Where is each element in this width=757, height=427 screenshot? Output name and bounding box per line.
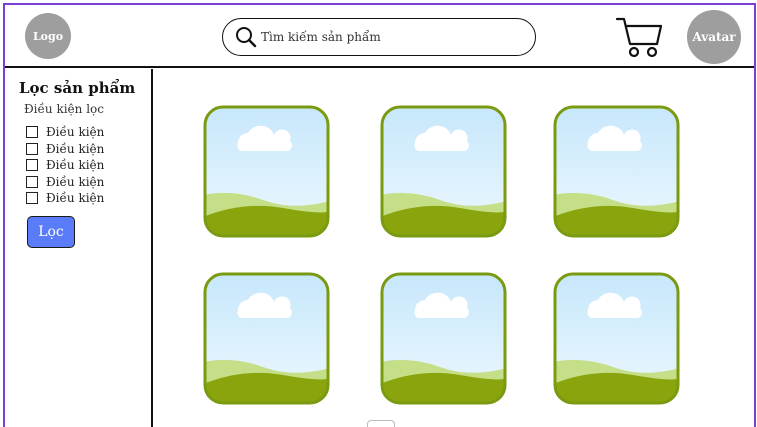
product-grid bbox=[155, 69, 754, 427]
header: Logo Tìm kiếm sản phẩm Avatar bbox=[5, 5, 754, 68]
condition-checkbox[interactable] bbox=[26, 126, 38, 139]
product-image-placeholder[interactable] bbox=[203, 272, 330, 405]
search-icon bbox=[236, 27, 257, 48]
product-image-placeholder[interactable] bbox=[553, 105, 680, 238]
scroll-handle[interactable] bbox=[367, 420, 395, 427]
image-placeholder-icon bbox=[203, 272, 330, 405]
condition-checkbox[interactable] bbox=[26, 175, 38, 188]
condition-list: Điều kiện Điều kiện Điều kiện Điều kiện … bbox=[26, 124, 104, 207]
condition-item[interactable]: Điều kiện bbox=[26, 174, 104, 191]
product-image-placeholder[interactable] bbox=[380, 105, 507, 238]
image-placeholder-icon bbox=[380, 272, 507, 405]
condition-label: Điều kiện bbox=[46, 191, 105, 206]
image-placeholder-icon bbox=[553, 105, 680, 238]
search-bar[interactable]: Tìm kiếm sản phẩm bbox=[222, 18, 536, 56]
condition-item[interactable]: Điều kiện bbox=[26, 141, 104, 158]
condition-item[interactable]: Điều kiện bbox=[26, 124, 104, 141]
condition-checkbox[interactable] bbox=[26, 192, 38, 205]
condition-label: Điều kiện bbox=[46, 141, 105, 156]
filter-subtitle: Điều kiện lọc bbox=[24, 102, 104, 116]
product-image-placeholder[interactable] bbox=[380, 272, 507, 405]
product-image-placeholder[interactable] bbox=[553, 272, 680, 405]
image-placeholder-icon bbox=[203, 105, 330, 238]
search-input[interactable]: Tìm kiếm sản phẩm bbox=[261, 30, 381, 44]
logo[interactable]: Logo bbox=[25, 13, 71, 59]
filter-button[interactable]: Lọc bbox=[27, 216, 75, 248]
image-placeholder-icon bbox=[553, 272, 680, 405]
condition-item[interactable]: Điều kiện bbox=[26, 190, 104, 207]
sidebar-filter: Lọc sản phẩm Điều kiện lọc Điều kiện Điề… bbox=[5, 69, 153, 427]
condition-label: Điều kiện bbox=[46, 174, 105, 189]
condition-checkbox[interactable] bbox=[26, 142, 38, 155]
condition-item[interactable]: Điều kiện bbox=[26, 157, 104, 174]
condition-checkbox[interactable] bbox=[26, 159, 38, 172]
condition-label: Điều kiện bbox=[46, 158, 105, 173]
cart-icon[interactable] bbox=[615, 16, 663, 58]
product-image-placeholder[interactable] bbox=[203, 105, 330, 238]
condition-label: Điều kiện bbox=[46, 125, 105, 140]
filter-title: Lọc sản phẩm bbox=[19, 79, 136, 97]
image-placeholder-icon bbox=[380, 105, 507, 238]
avatar[interactable]: Avatar bbox=[687, 10, 741, 64]
